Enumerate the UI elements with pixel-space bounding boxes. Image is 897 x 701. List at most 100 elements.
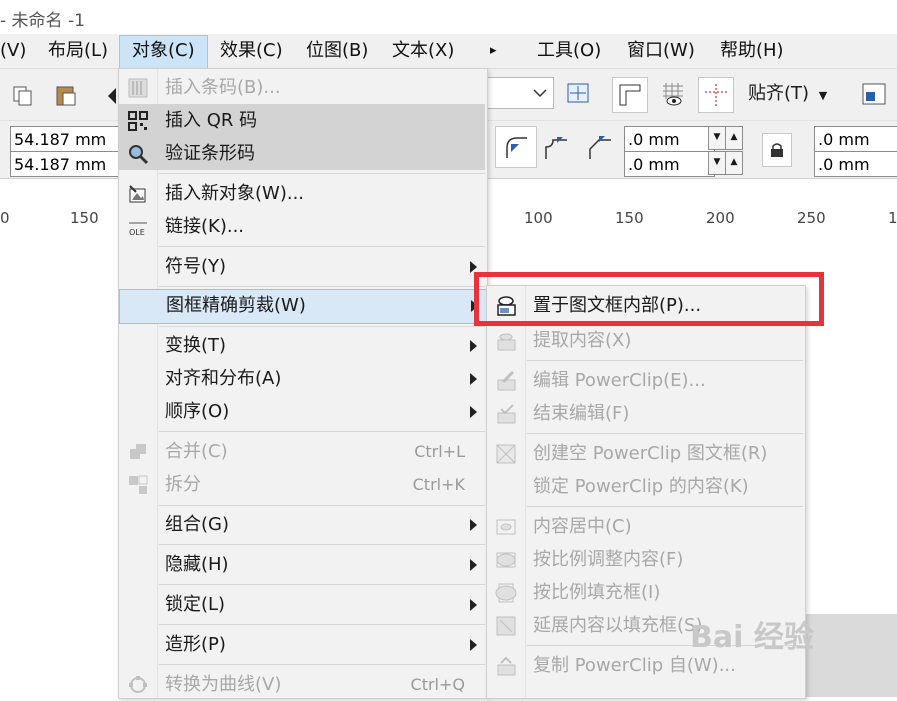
menu-item-powerclip[interactable]: 图框精确剪裁(W) xyxy=(119,289,487,324)
snap-to-dropdown[interactable]: 贴齐(T) ▼ xyxy=(748,77,827,111)
menu-item-align-distribute[interactable]: 对齐和分布(A) xyxy=(119,362,485,395)
menu-item-center-contents[interactable]: 内容居中(C) xyxy=(487,510,803,543)
ruler-label: 150 xyxy=(70,209,99,227)
menu-item-group[interactable]: 组合(G) xyxy=(119,508,485,541)
spin-up-button[interactable]: ▲ xyxy=(725,151,743,175)
menu-item-label: 验证条形码 xyxy=(165,143,255,164)
menu-item-label: 提取内容(X) xyxy=(533,330,632,351)
qr-code-icon xyxy=(128,111,148,131)
spin-down-button[interactable]: ▼ xyxy=(708,126,726,150)
scalloped-corner-icon[interactable] xyxy=(543,135,569,161)
menu-bar: (V) 布局(L) 对象(C) 效果(C) 位图(B) 文本(X) ▸ 工具(O… xyxy=(0,34,897,69)
menubar-item-layout[interactable]: 布局(L) xyxy=(48,34,108,68)
menubar-item-effects[interactable]: 效果(C) xyxy=(220,34,283,68)
object-menu: 插入条码(B)... 插入 QR 码 验证条形码 插入新对象(W)... OLE… xyxy=(118,68,488,699)
menu-separator xyxy=(159,584,485,585)
corner-radius-field-2[interactable] xyxy=(624,151,715,177)
shortcut-label: Ctrl+K xyxy=(412,475,465,494)
menu-item-label: 组合(G) xyxy=(165,514,229,535)
corner-radius-field-4[interactable] xyxy=(814,151,897,177)
menu-item-links[interactable]: OLE 链接(K)... xyxy=(119,210,485,243)
menu-item-label: 合并(C) xyxy=(165,441,228,462)
submenu-arrow-icon xyxy=(470,340,477,352)
window-title: - 未命名 -1 xyxy=(0,11,85,31)
menu-item-shaping[interactable]: 造形(P) xyxy=(119,628,485,661)
paste-icon[interactable] xyxy=(54,83,78,107)
break-apart-icon xyxy=(129,475,148,494)
menubar-item-bitmaps[interactable]: 位图(B) xyxy=(306,34,368,68)
chamfered-corner-icon[interactable] xyxy=(587,135,613,161)
corner-round-button[interactable] xyxy=(495,126,537,168)
menu-item-combine[interactable]: 合并(C) Ctrl+L xyxy=(119,435,485,468)
menu-item-label: 转换为曲线(V) xyxy=(165,674,282,695)
options-icon[interactable] xyxy=(862,83,886,105)
menu-separator xyxy=(159,431,485,432)
menu-item-insert-new-object[interactable]: 插入新对象(W)... xyxy=(119,177,485,210)
menu-item-lock[interactable]: 锁定(L) xyxy=(119,588,485,621)
magnifier-icon xyxy=(129,145,149,165)
menu-item-lock-contents[interactable]: 锁定 PowerClip 的内容(K) xyxy=(487,470,803,503)
convert-curves-icon xyxy=(129,676,147,693)
menu-item-break-apart[interactable]: 拆分 Ctrl+K xyxy=(119,468,485,501)
baidu-watermark: Bai 经验 xyxy=(690,620,814,655)
spin-up-button[interactable]: ▲ xyxy=(725,126,743,150)
menu-separator xyxy=(159,246,485,247)
menubar-item-help[interactable]: 帮助(H) xyxy=(720,34,784,68)
menubar-item-window[interactable]: 窗口(W) xyxy=(627,34,695,68)
menu-item-fit-proportionally[interactable]: 按比例调整内容(F) xyxy=(487,543,803,576)
menubar-more-arrow[interactable]: ▸ xyxy=(490,34,497,68)
menu-item-label: 锁定(L) xyxy=(165,594,226,615)
show-rulers-button[interactable] xyxy=(612,77,648,113)
menu-item-insert-barcode[interactable]: 插入条码(B)... xyxy=(119,71,485,104)
full-screen-preview-icon[interactable] xyxy=(566,81,590,105)
menu-item-label: 符号(Y) xyxy=(165,256,227,277)
menu-separator xyxy=(159,326,485,327)
show-grid-icon[interactable] xyxy=(660,81,686,107)
menu-item-extract-contents[interactable]: 提取内容(X) xyxy=(487,324,803,357)
menu-item-order[interactable]: 顺序(O) xyxy=(119,395,485,428)
menubar-item-tools[interactable]: 工具(O) xyxy=(537,34,601,68)
menu-item-label: 图框精确剪裁(W) xyxy=(166,295,306,316)
snap-to-label: 贴齐(T) xyxy=(748,83,810,104)
menu-item-fill-frame-proportionally[interactable]: 按比例填充框(I) xyxy=(487,576,803,609)
menu-item-finish-editing[interactable]: 结束编辑(F) xyxy=(487,397,803,430)
menu-item-label: 链接(K)... xyxy=(165,216,245,237)
menu-item-insert-qr-code[interactable]: 插入 QR 码 xyxy=(119,104,485,137)
menu-item-validate-barcode[interactable]: 验证条形码 xyxy=(119,137,485,170)
ruler-label: 0 xyxy=(0,209,10,227)
corner-radius-field-3[interactable] xyxy=(814,126,897,152)
spin-down-button[interactable]: ▼ xyxy=(708,151,726,175)
empty-frame-icon xyxy=(496,444,516,464)
menu-item-hide[interactable]: 隐藏(H) xyxy=(119,548,485,581)
menubar-item-text[interactable]: 文本(X) xyxy=(392,34,454,68)
show-guidelines-button[interactable] xyxy=(698,77,734,113)
menu-item-convert-to-curves[interactable]: 转换为曲线(V) Ctrl+Q xyxy=(119,668,485,701)
menu-separator xyxy=(159,286,485,287)
ruler-label: 100 xyxy=(524,209,553,227)
undo-icon[interactable] xyxy=(106,87,118,105)
x-position-field[interactable] xyxy=(10,126,123,152)
menu-item-create-empty-frame[interactable]: 创建空 PowerClip 图文框(R) xyxy=(487,437,803,470)
menu-item-symbols[interactable]: 符号(Y) xyxy=(119,250,485,283)
finish-editing-icon xyxy=(497,404,516,424)
menu-item-label: 结束编辑(F) xyxy=(533,403,630,424)
menubar-item-object[interactable]: 对象(C) xyxy=(119,35,208,69)
submenu-arrow-icon xyxy=(470,406,477,418)
menu-separator xyxy=(527,506,803,507)
menu-item-transformations[interactable]: 变换(T) xyxy=(119,329,485,362)
menu-item-label: 变换(T) xyxy=(165,335,227,356)
menubar-item-view[interactable]: (V) xyxy=(0,34,26,68)
menu-item-edit-powerclip[interactable]: 编辑 PowerClip(E)... xyxy=(487,364,803,397)
menu-item-label: 顺序(O) xyxy=(165,401,230,422)
title-bar: - 未命名 -1 xyxy=(0,0,897,34)
insert-object-icon xyxy=(129,185,146,203)
ruler-icon xyxy=(619,84,641,106)
menu-item-label: 拆分 xyxy=(165,474,201,495)
chevron-down-icon xyxy=(533,89,547,98)
lock-ratio-button[interactable] xyxy=(762,133,792,167)
zoom-dropdown[interactable] xyxy=(486,77,554,109)
y-position-field[interactable] xyxy=(10,151,123,177)
corner-radius-field-1[interactable] xyxy=(624,126,715,152)
menu-item-label: 内容居中(C) xyxy=(533,516,632,537)
copy-icon[interactable] xyxy=(12,85,34,107)
